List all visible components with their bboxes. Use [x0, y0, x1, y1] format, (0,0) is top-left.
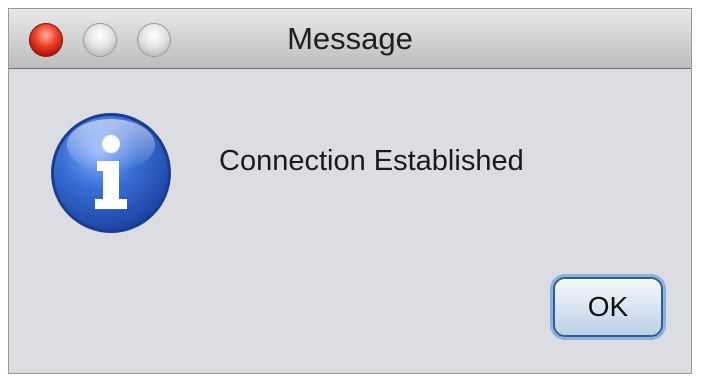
window-title: Message	[287, 21, 413, 56]
message-dialog-window: Message Connection Established OK	[8, 8, 692, 374]
ok-button[interactable]: OK	[553, 277, 663, 337]
info-icon	[51, 113, 171, 233]
title-bar[interactable]: Message	[9, 9, 691, 69]
message-text: Connection Established	[219, 145, 524, 177]
